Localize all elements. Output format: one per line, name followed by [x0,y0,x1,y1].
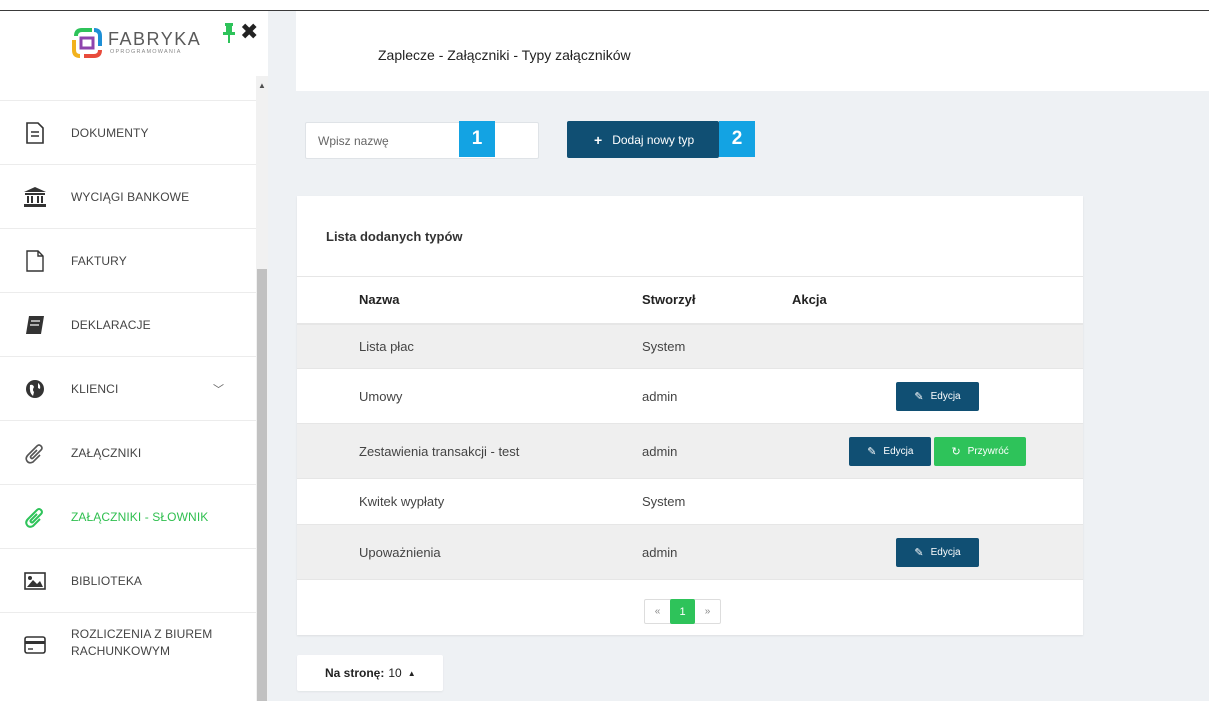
search-field[interactable] [305,122,539,159]
cell-name: Upoważnienia [297,524,642,580]
pin-icon[interactable] [222,23,236,43]
per-page-label: Na stronę: [325,666,385,680]
edit-button[interactable]: ✎ Edycja [849,436,932,466]
page-header: Zaplecze - Załączniki - Typy załączników [296,11,1209,91]
cell-action [792,323,1083,369]
label-line-2: RACHUNKOWYM [71,644,171,658]
add-type-label: Dodaj nowy typ [612,132,695,147]
sidebar-item-dokumenty[interactable]: DOKUMENTY [0,100,256,164]
sidebar-item-rozliczenia[interactable]: ROZLICZENIA Z BIUREM RACHUNKOWYM [0,612,256,676]
close-icon[interactable]: ✖ [240,21,258,43]
fabryka-logo-icon [72,28,102,58]
brand-subtitle: OPROGRAMOWANIA [110,49,182,55]
edit-button[interactable]: ✎ Edycja [896,381,979,411]
cell-name: Lista płac [297,323,642,369]
pagination-prev[interactable]: « [645,600,670,623]
cell-creator: admin [642,423,792,479]
pagination: « 1 » [644,599,721,624]
restore-label: Przywróć [967,445,1009,457]
sidebar-item-label: WYCIĄGI BANKOWE [71,189,190,204]
bank-icon [24,186,46,208]
sidebar: FABRYKA OPROGRAMOWANIA ✖ ▲ DOKUMENTY WYC… [0,11,268,701]
sidebar-item-wyciagi-bankowe[interactable]: WYCIĄGI BANKOWE [0,164,256,228]
types-table: Nazwa Stworzył Akcja Lista płac System U… [297,276,1083,580]
brand-name: FABRYKA [108,29,202,49]
sidebar-item-label: DOKUMENTY [71,125,149,140]
caret-up-icon: ▲ [407,668,416,678]
sidebar-scrollbar[interactable]: ▲ [256,76,268,701]
sidebar-item-deklaracje[interactable]: DEKLARACJE [0,292,256,356]
sidebar-item-biblioteka[interactable]: BIBLIOTEKA [0,548,256,612]
sidebar-item-zalaczniki[interactable]: ZAŁĄCZNIKI [0,420,256,484]
cell-name: Kwitek wypłaty [297,478,642,525]
per-page-value: 10 [388,666,402,680]
cell-action: ✎ Edycja ↻ Przywróć [792,423,1083,479]
cell-action [792,478,1083,525]
edit-button[interactable]: ✎ Edycja [896,537,979,567]
plus-icon: + [594,131,603,148]
image-icon [24,570,46,592]
column-header-action: Akcja [792,276,1083,325]
sidebar-item-faktury[interactable]: FAKTURY [0,228,256,292]
sidebar-item-zalaczniki-slownik[interactable]: ZAŁĄCZNIKI - SŁOWNIK [0,484,256,548]
sidebar-item-label: ROZLICZENIA Z BIUREM RACHUNKOWYM [71,626,212,660]
table-header-row: Nazwa Stworzył Akcja [297,276,1083,325]
document-icon [24,121,46,144]
cell-creator: System [642,323,792,369]
restore-icon: ↻ [951,445,961,458]
page-title: Zaplecze - Załączniki - Typy załączników [378,47,631,63]
table-row: Zestawienia transakcji - test admin ✎ Edy… [297,423,1083,479]
label-line-1: ROZLICZENIA Z BIUREM [71,627,213,641]
cell-action: ✎ Edycja [792,368,1083,424]
types-panel: Lista dodanych typów Nazwa Stworzył Akcj… [297,196,1083,635]
chevron-down-icon[interactable]: ﹀ [213,381,224,397]
sidebar-item-label: DEKLARACJE [71,317,151,332]
sidebar-item-label: KLIENCI [71,381,119,396]
sidebar-item-label: ZAŁĄCZNIKI [71,445,142,460]
globe-icon [24,378,46,400]
cell-name: Umowy [297,368,642,424]
edit-label: Edycja [883,445,914,457]
edit-label: Edycja [930,546,961,558]
per-page-dropdown[interactable]: Na stronę: 10 ▲ [297,655,443,691]
paperclip-icon [24,506,46,528]
sidebar-item-label: BIBLIOTEKA [71,573,143,588]
cell-creator: admin [642,524,792,580]
cell-name: Zestawienia transakcji - test [297,423,642,479]
file-icon [24,249,46,272]
table-row: Umowy admin ✎ Edycja [297,368,1083,424]
main-content: Zaplecze - Załączniki - Typy załączników… [268,11,1209,701]
restore-button[interactable]: ↻ Przywróć [934,436,1026,466]
cell-action: ✎ Edycja [792,524,1083,580]
table-row: Lista płac System [297,323,1083,369]
search-input[interactable] [306,123,538,158]
pagination-next[interactable]: » [695,600,720,623]
sidebar-item-klienci[interactable]: KLIENCI ﹀ [0,356,256,420]
scroll-up-arrow-icon[interactable]: ▲ [256,81,268,91]
column-header-creator[interactable]: Stworzył [642,276,792,325]
paperclip-icon [24,442,46,464]
sidebar-nav: DOKUMENTY WYCIĄGI BANKOWE FAKTURY DEKLAR… [0,100,256,676]
table-row: Kwitek wypłaty System [297,478,1083,525]
edit-icon: ✎ [914,390,924,403]
panel-title: Lista dodanych typów [326,229,463,244]
scrollbar-thumb[interactable] [257,269,267,701]
column-header-name[interactable]: Nazwa [297,276,642,325]
edit-label: Edycja [930,390,961,402]
pagination-page-1[interactable]: 1 [670,599,695,624]
edit-icon: ✎ [867,445,877,458]
marker-badge-1: 1 [459,121,495,157]
table-row: Upoważnienia admin ✎ Edycja [297,524,1083,580]
card-icon [24,634,46,656]
sidebar-item-label: FAKTURY [71,253,127,268]
add-type-button[interactable]: + Dodaj nowy typ [567,121,719,158]
cell-creator: System [642,478,792,525]
marker-badge-2: 2 [719,121,755,157]
sidebar-item-label: ZAŁĄCZNIKI - SŁOWNIK [71,509,209,524]
edit-icon: ✎ [914,546,924,559]
cell-creator: admin [642,368,792,424]
book-icon [24,314,46,336]
